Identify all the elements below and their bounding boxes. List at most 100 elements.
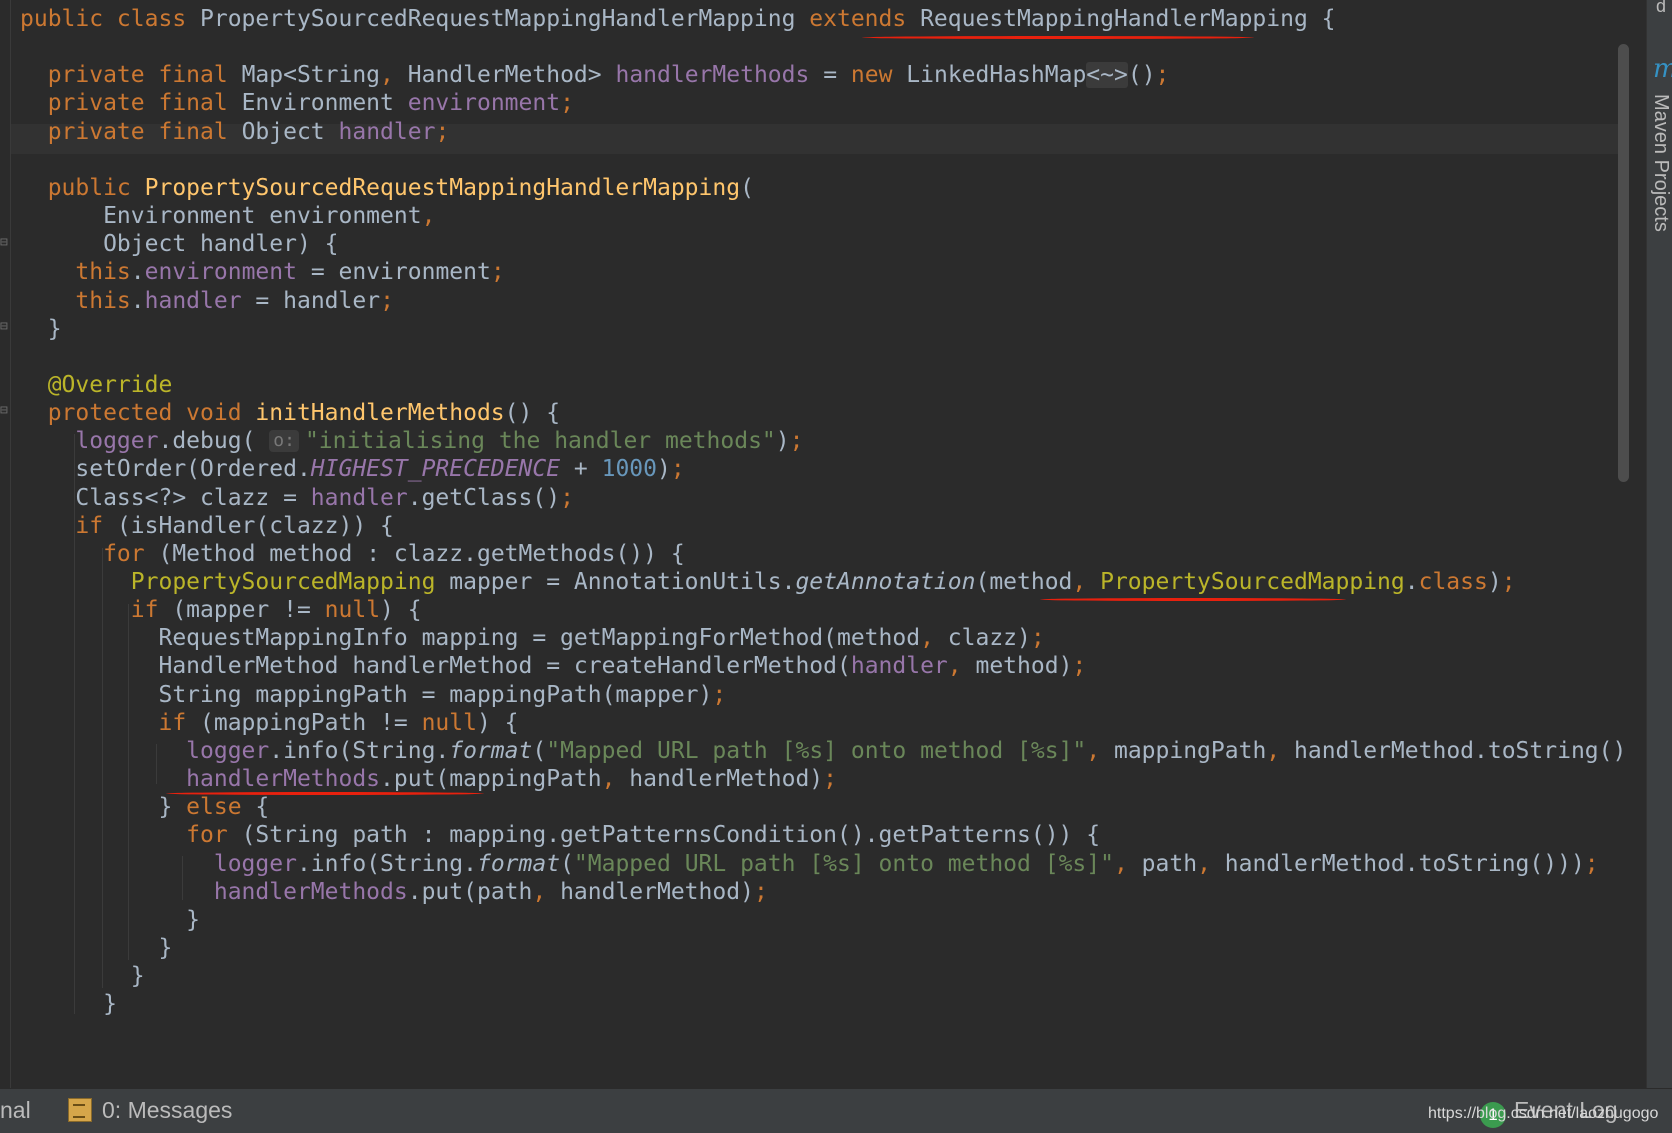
code-line[interactable]: for (String path : mapping.getPatternsCo… [20,820,1100,850]
code-line[interactable]: if (mapper != null) { [20,595,422,625]
code-token: HIGHEST_PRECEDENCE [310,456,561,483]
code-token: PropertySourcedMapping [20,569,450,595]
fold-marker-icon[interactable]: ⊟ [0,320,14,334]
code-line[interactable]: logger.info(String.format("Mapped URL pa… [20,849,1599,879]
code-line[interactable]: protected void initHandlerMethods() { [20,398,560,428]
code-token: ; [560,484,574,511]
fold-marker-icon[interactable]: ⊟ [0,236,14,250]
code-line[interactable]: Environment environment, [20,201,435,231]
code-token: , [380,62,408,89]
code-token: = handler [241,287,381,314]
code-line[interactable]: } [20,961,145,991]
code-token: format [449,737,533,764]
code-token: Object [241,118,339,145]
maven-projects-tab[interactable]: Maven Projects [1649,94,1672,232]
code-line[interactable]: private final Map<String, HandlerMethod>… [20,60,1169,90]
code-token: (Method method : clazz.getMethods()) { [158,540,685,567]
code-line[interactable]: RequestMappingInfo mapping = getMappingF… [20,623,1044,653]
code-token: ; [823,766,838,793]
tool-window-letter[interactable]: d [1656,0,1666,17]
code-token: . [1404,569,1419,595]
code-line[interactable]: private final Environment environment; [20,88,574,118]
code-token: handlerMethod.toString() [1294,737,1627,764]
code-token: getAnnotation [795,569,976,595]
code-token: new [850,62,907,89]
code-editor[interactable]: ⊟ ⊟ ⊟ public class PropertySourcedReques… [0,0,1646,1088]
code-token: , [947,653,976,680]
fold-marker-icon[interactable]: ⊟ [0,404,14,418]
code-token: for [20,540,159,567]
code-line[interactable]: if (isHandler(clazz)) { [20,511,394,541]
code-token: ; [1584,850,1599,877]
code-line[interactable]: Class<?> clazz = handler.getClass(); [20,483,574,513]
code-line[interactable]: this.handler = handler; [20,286,394,316]
code-token: logger [20,850,297,877]
code-line[interactable]: this.environment = environment; [20,257,504,287]
code-line[interactable]: handlerMethods.put(mappingPath, handlerM… [20,764,837,794]
code-line[interactable]: } [20,989,117,1019]
code-line[interactable]: handlerMethods.put(path, handlerMethod); [20,877,768,907]
code-token: PropertySourcedMapping [1100,569,1405,595]
code-token: , [421,203,436,230]
code-token: setOrder(Ordered. [20,456,311,483]
code-token: "initialising the handler methods" [304,428,776,455]
red-underline-annotation [1040,598,1346,601]
maven-icon[interactable]: m [1653,54,1672,84]
code-line[interactable]: @Override [20,370,173,400]
messages-tab[interactable]: 0: Messages [68,1097,232,1124]
code-line[interactable]: public PropertySourcedRequestMappingHand… [20,173,754,203]
code-line[interactable]: PropertySourcedMapping mapper = Annotati… [20,567,1516,597]
code-token: method) [975,653,1073,680]
code-token: if [20,709,201,736]
code-token: handler [338,118,436,145]
code-token: PropertySourcedRequestMappingHandlerMapp… [200,6,810,32]
code-line[interactable]: logger.info(String.format("Mapped URL pa… [20,736,1626,766]
code-token: @Override [20,371,173,398]
code-token: private final [20,90,242,117]
code-token: , [1113,850,1142,877]
code-line[interactable]: if (mappingPath != null) { [20,708,518,738]
right-tool-strip: d m Maven Projects [1646,0,1672,1088]
code-token: mappingPath [1113,737,1267,764]
code-token: ) [656,456,671,483]
code-token: logger [20,428,159,455]
code-token: ( [560,850,574,877]
code-token: environment [144,259,297,286]
code-line[interactable]: logger.debug( o: "initialising the handle… [20,426,803,456]
code-line[interactable]: } [20,933,172,963]
code-token: } [20,794,187,821]
code-token: ; [1501,569,1516,595]
code-line[interactable]: } [20,905,200,935]
code-line[interactable]: private final Object handler; [20,117,450,147]
code-token: ) { [380,597,422,624]
code-token: handlerMethod) [629,766,824,793]
code-line[interactable]: setOrder(Ordered.HIGHEST_PRECEDENCE + 10… [20,454,684,484]
code-token: "Mapped URL path [%s] onto method [%s]" [546,737,1087,764]
terminal-tab[interactable]: nal [0,1097,31,1124]
code-token: ( [740,174,754,201]
code-token: } [20,991,117,1018]
code-token: Object handler) { [20,231,339,258]
code-token: .info(String. [296,850,477,877]
code-token: } [20,963,145,990]
code-token: (method [975,569,1073,595]
code-token: initHandlerMethods [255,400,505,427]
code-line[interactable]: public class PropertySourcedRequestMappi… [20,4,1336,34]
code-line[interactable]: } [20,314,62,344]
code-token: PropertySourcedRequestMappingHandlerMapp… [144,174,741,201]
code-line[interactable]: Object handler) { [20,229,339,259]
vertical-scrollbar[interactable] [1618,44,1629,482]
code-token: } [20,315,62,342]
code-line[interactable]: String mappingPath = mappingPath(mapper)… [20,680,726,710]
code-token: (isHandler(clazz)) { [116,512,394,539]
code-line[interactable]: HandlerMethod handlerMethod = createHand… [20,651,1086,681]
code-line[interactable]: } else { [20,792,269,822]
code-token: extends [809,6,921,32]
code-token: ; [560,90,574,117]
code-token: () [1127,62,1156,89]
code-token: ) [775,428,790,455]
code-line[interactable]: for (Method method : clazz.getMethods())… [20,539,685,569]
code-token: , [1266,737,1294,764]
code-token: handlerMethods [615,62,810,89]
code-token: , [920,625,948,652]
